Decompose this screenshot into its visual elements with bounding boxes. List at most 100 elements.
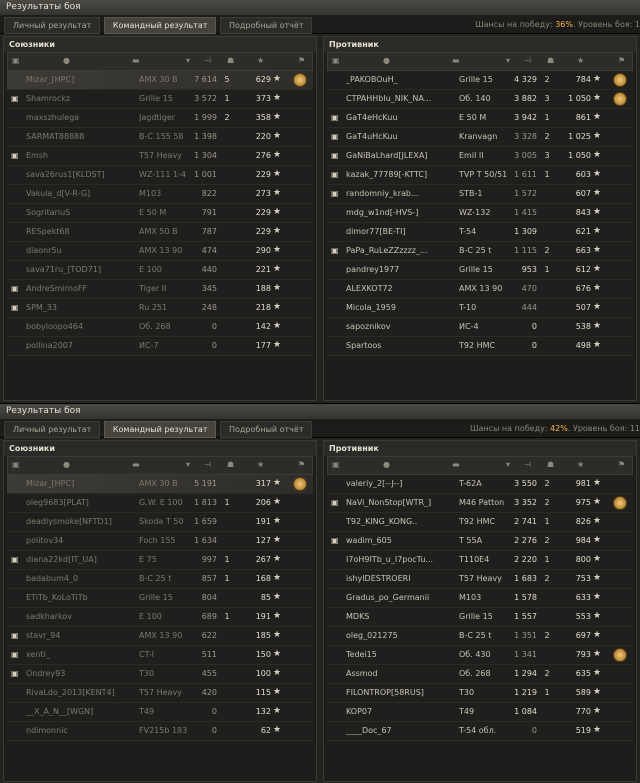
player-row[interactable]: ▣ wadim_605 T 55A 2 276 2 984 ★	[327, 532, 633, 551]
player-name[interactable]: Assmod	[346, 669, 440, 678]
exp-col-icon[interactable]: ★	[257, 460, 264, 469]
player-name[interactable]: Ondrey93	[26, 669, 120, 678]
medal-col-icon[interactable]: ⚑	[298, 56, 305, 65]
exp-col-icon[interactable]: ★	[577, 56, 584, 65]
kills-col-icon[interactable]: ☗	[227, 56, 234, 65]
tank-col-icon[interactable]: ▬	[452, 56, 460, 65]
player-name[interactable]: sava26rus1[KLDST]	[26, 170, 120, 179]
player-row[interactable]: KOP07 T49 1 084 770 ★	[327, 703, 633, 722]
player-row[interactable]: ▣ GaT4uHcKuu Kranvagn 3 328 2 1 025 ★	[327, 128, 633, 147]
player-name[interactable]: Shamrockz	[26, 94, 120, 103]
damage-col-icon[interactable]: ⊣	[524, 460, 531, 469]
exp-col-icon[interactable]: ★	[577, 460, 584, 469]
player-name[interactable]: SARMAT88888	[26, 132, 120, 141]
damage-col-icon[interactable]: ⊣	[204, 460, 211, 469]
player-col-icon[interactable]: ●	[63, 56, 70, 65]
player-name[interactable]: GaT4uHcKuu	[346, 132, 440, 141]
exp-col-icon[interactable]: ★	[257, 56, 264, 65]
player-row[interactable]: Micola_1959 T-10 444 507 ★	[327, 299, 633, 318]
player-name[interactable]: bobyloopo464	[26, 322, 120, 331]
player-name[interactable]: diaonr5u	[26, 246, 120, 255]
player-row[interactable]: ndimonnic FV215b 183 0 62 ★	[7, 722, 313, 741]
player-row[interactable]: valeriy_2[--J--] T-62A 3 550 2 981 ★	[327, 475, 633, 494]
player-name[interactable]: badabum4_0	[26, 574, 120, 583]
player-col-icon[interactable]: ●	[383, 460, 390, 469]
player-row[interactable]: dimor77[BE-TI] T-54 1 309 621 ★	[327, 223, 633, 242]
player-row[interactable]: ▣ randomniy_krab... STB-1 1 572 607 ★	[327, 185, 633, 204]
sort-icon[interactable]: ▾	[186, 56, 190, 65]
player-name[interactable]: NaVi_NonStop[WTR_]	[346, 498, 440, 507]
player-row[interactable]: Spartoos T92 HMC 0 498 ★	[327, 337, 633, 356]
player-row[interactable]: Assmod Об. 268 1 294 2 635 ★	[327, 665, 633, 684]
player-name[interactable]: RESpekt68	[26, 227, 120, 236]
player-row[interactable]: ▣ Emsh T57 Heavy 1 304 276 ★	[7, 147, 313, 166]
player-row[interactable]: ▣ Ondrey93 T30 455 100 ★	[7, 665, 313, 684]
player-row[interactable]: ▣ AndreSmirnoFF Tiger II 345 188 ★	[7, 280, 313, 299]
player-row[interactable]: politov34 Foch 155 1 634 127 ★	[7, 532, 313, 551]
tank-col-icon[interactable]: ▬	[452, 460, 460, 469]
player-row[interactable]: pandrey1977 Grille 15 953 1 612 ★	[327, 261, 633, 280]
player-col-icon[interactable]: ●	[63, 460, 70, 469]
player-name[interactable]: kazak_77789[-KTTC]	[346, 170, 440, 179]
player-row[interactable]: oleg9683[PLAT] G.W. E 100 1 813 1 206 ★	[7, 494, 313, 513]
sort-icon[interactable]: ▾	[186, 460, 190, 469]
tab-detailed-report[interactable]: Подробный отчёт	[219, 421, 313, 438]
medal-icon[interactable]	[613, 92, 627, 106]
player-name[interactable]: politov34	[26, 536, 120, 545]
player-row[interactable]: MDKS Grille 15 1 557 553 ★	[327, 608, 633, 627]
medal-col-icon[interactable]: ⚑	[298, 460, 305, 469]
player-name[interactable]: KOP07	[346, 707, 440, 716]
player-name[interactable]: maxszhulega	[26, 113, 120, 122]
player-row[interactable]: T92_KING_KONG.. T92 HMC 2 741 1 826 ★	[327, 513, 633, 532]
player-col-icon[interactable]: ●	[383, 56, 390, 65]
player-row[interactable]: ▣ GaT4eHcKuu E 50 M3 942 1 861 ★	[327, 109, 633, 128]
player-row[interactable]: ALEXKOT72 AMX 13 90 470 676 ★	[327, 280, 633, 299]
sort-icon[interactable]: ▾	[506, 460, 510, 469]
player-row[interactable]: Vakula_d[V-R-G] M103 822 273 ★	[7, 185, 313, 204]
player-row[interactable]: __X_A_N__[WGN] T49 0 132 ★	[7, 703, 313, 722]
player-name[interactable]: T92_KING_KONG..	[346, 517, 440, 526]
player-name[interactable]: pollina2007	[26, 341, 120, 350]
player-row[interactable]: CTPAHHbIu_NIK_NA... Об. 140 3 882 3 1 050 ★	[327, 90, 633, 109]
player-name[interactable]: mdg_w1nd[-HVS-]	[346, 208, 440, 217]
medal-icon[interactable]	[613, 73, 627, 87]
player-row[interactable]: ▣ GaNiBaLhard[JLEXA] Emil II 3 005 3 1 050 ★	[327, 147, 633, 166]
player-name[interactable]: Tedei15	[346, 650, 440, 659]
player-row[interactable]: _PAKOBOuH_ Grille 15 4 329 2 784 ★	[327, 71, 633, 90]
platoon-col-icon[interactable]: ▣	[12, 460, 20, 469]
player-row[interactable]: Mizar_[HPC] AMX 30 B5 191 317 ★	[7, 475, 313, 494]
player-row[interactable]: ▣ xenti_ CT-I 511 150 ★	[7, 646, 313, 665]
player-row[interactable]: sapoznikov ИС-4 0 538 ★	[327, 318, 633, 337]
player-name[interactable]: GaNiBaLhard[JLEXA]	[346, 151, 440, 160]
player-name[interactable]: sava71ru_[TOD71]	[26, 265, 120, 274]
player-row[interactable]: ▣ diana22kd[IT_UA] E 75 997 1 267 ★	[7, 551, 313, 570]
player-row[interactable]: RivaLdo_2013[KENT4] T57 Heavy 420 115 ★	[7, 684, 313, 703]
tank-col-icon[interactable]: ▬	[132, 56, 140, 65]
damage-col-icon[interactable]: ⊣	[524, 56, 531, 65]
kills-col-icon[interactable]: ☗	[227, 460, 234, 469]
sort-icon[interactable]: ▾	[506, 56, 510, 65]
tab-detailed-report[interactable]: Подробный отчёт	[219, 17, 313, 34]
tab-team-result[interactable]: Командный результат	[103, 421, 217, 438]
player-name[interactable]: PaPa_RuLeZZzzzz_...	[346, 246, 440, 255]
player-name[interactable]: ishyIDESTROERI	[346, 574, 440, 583]
player-name[interactable]: sapoznikov	[346, 322, 440, 331]
player-row[interactable]: bobyloopo464 Об. 268 0 142 ★	[7, 318, 313, 337]
player-row[interactable]: SARMAT88888 B-C 155 58 1 398 220 ★	[7, 128, 313, 147]
player-name[interactable]: diana22kd[IT_UA]	[26, 555, 120, 564]
player-name[interactable]: I7oH9ITb_u_I7pocTu...	[346, 555, 440, 564]
player-name[interactable]: ETiTb_KoLoTiTb	[26, 593, 120, 602]
medal-icon[interactable]	[293, 477, 307, 491]
player-name[interactable]: ndimonnic	[26, 726, 120, 735]
player-row[interactable]: deadlysmoke[NFTD1] Škoda T 50 1 659 191 ★	[7, 513, 313, 532]
player-name[interactable]: oleg9683[PLAT]	[26, 498, 120, 507]
player-row[interactable]: ▣ Shamrockz Grille 15 3 572 1 373 ★	[7, 90, 313, 109]
player-row[interactable]: mdg_w1nd[-HVS-] WZ-132 1 415 843 ★	[327, 204, 633, 223]
player-row[interactable]: ____Doc_67 T-54 обл. 0 519 ★	[327, 722, 633, 741]
player-row[interactable]: RESpekt68 AMX 50 B 787 229 ★	[7, 223, 313, 242]
player-name[interactable]: wadim_605	[346, 536, 440, 545]
player-name[interactable]: stavr_94	[26, 631, 120, 640]
platoon-col-icon[interactable]: ▣	[12, 56, 20, 65]
medal-icon[interactable]	[613, 648, 627, 662]
player-row[interactable]: sava71ru_[TOD71] E 100 440 221 ★	[7, 261, 313, 280]
